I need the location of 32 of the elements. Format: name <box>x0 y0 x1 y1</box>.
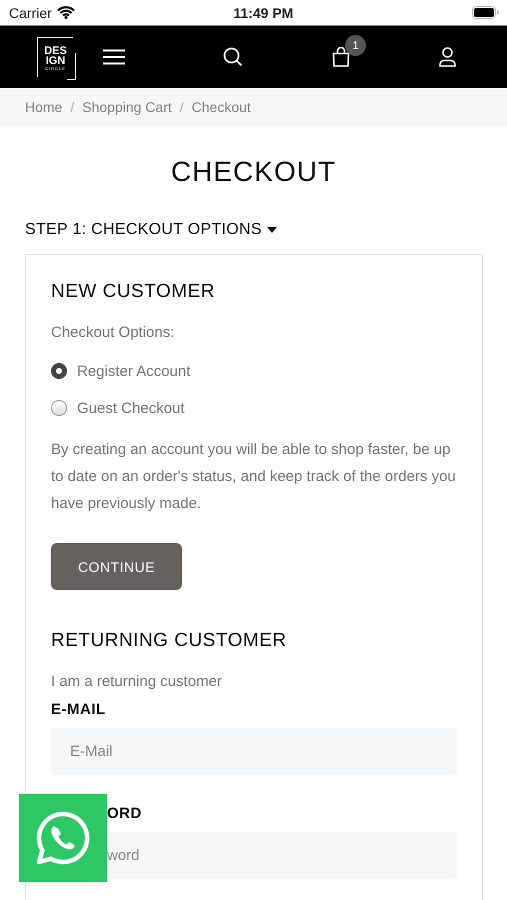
step-toggle[interactable]: STEP 1: CHECKOUT OPTIONS <box>25 220 507 240</box>
wifi-icon <box>56 6 75 19</box>
caret-icon <box>266 227 277 233</box>
clock-time: 11:49 PM <box>233 4 294 20</box>
battery-icon <box>472 6 499 19</box>
continue-button[interactable]: CONTINUE <box>51 543 182 590</box>
field-label: ORD <box>107 805 142 822</box>
breadcrumb-link[interactable]: Checkout <box>192 99 251 115</box>
options-label: Checkout Options: <box>51 324 176 343</box>
radio-label: Register Account <box>77 362 190 380</box>
breadcrumb-link[interactable]: Shopping Cart <box>82 99 172 115</box>
breadcrumb-link[interactable]: Home <box>25 99 62 115</box>
radio-button[interactable] <box>51 400 67 416</box>
field-label: E-MAIL <box>51 701 106 718</box>
chat-phone-icon <box>36 811 90 865</box>
input-field[interactable]: E-Mail <box>51 728 457 775</box>
breadcrumb-separator: / <box>178 99 185 115</box>
section-heading: NEW CUSTOMER <box>51 281 216 304</box>
cart-count-badge: 1 <box>345 35 366 56</box>
input-field[interactable]: word <box>107 832 457 879</box>
radio-button[interactable] <box>51 363 67 379</box>
page-title: CHECKOUT <box>170 156 338 189</box>
radio-label: Guest Checkout <box>77 400 185 416</box>
intro-text: I am a returning customer <box>51 673 223 692</box>
breadcrumb-separator: / <box>69 99 76 115</box>
search-icon[interactable] <box>223 47 243 67</box>
menu-icon[interactable] <box>103 49 125 65</box>
description-text: By creating an account you will be able to shop faster, be up to date on an order's status, and keep track of the orders you have previously made. <box>51 440 457 514</box>
carrier-label: Carrier <box>9 4 52 20</box>
section-heading: RETURNING CUSTOMER <box>51 630 288 653</box>
shopping-bag-icon[interactable] <box>332 47 350 67</box>
user-icon[interactable] <box>439 47 456 67</box>
